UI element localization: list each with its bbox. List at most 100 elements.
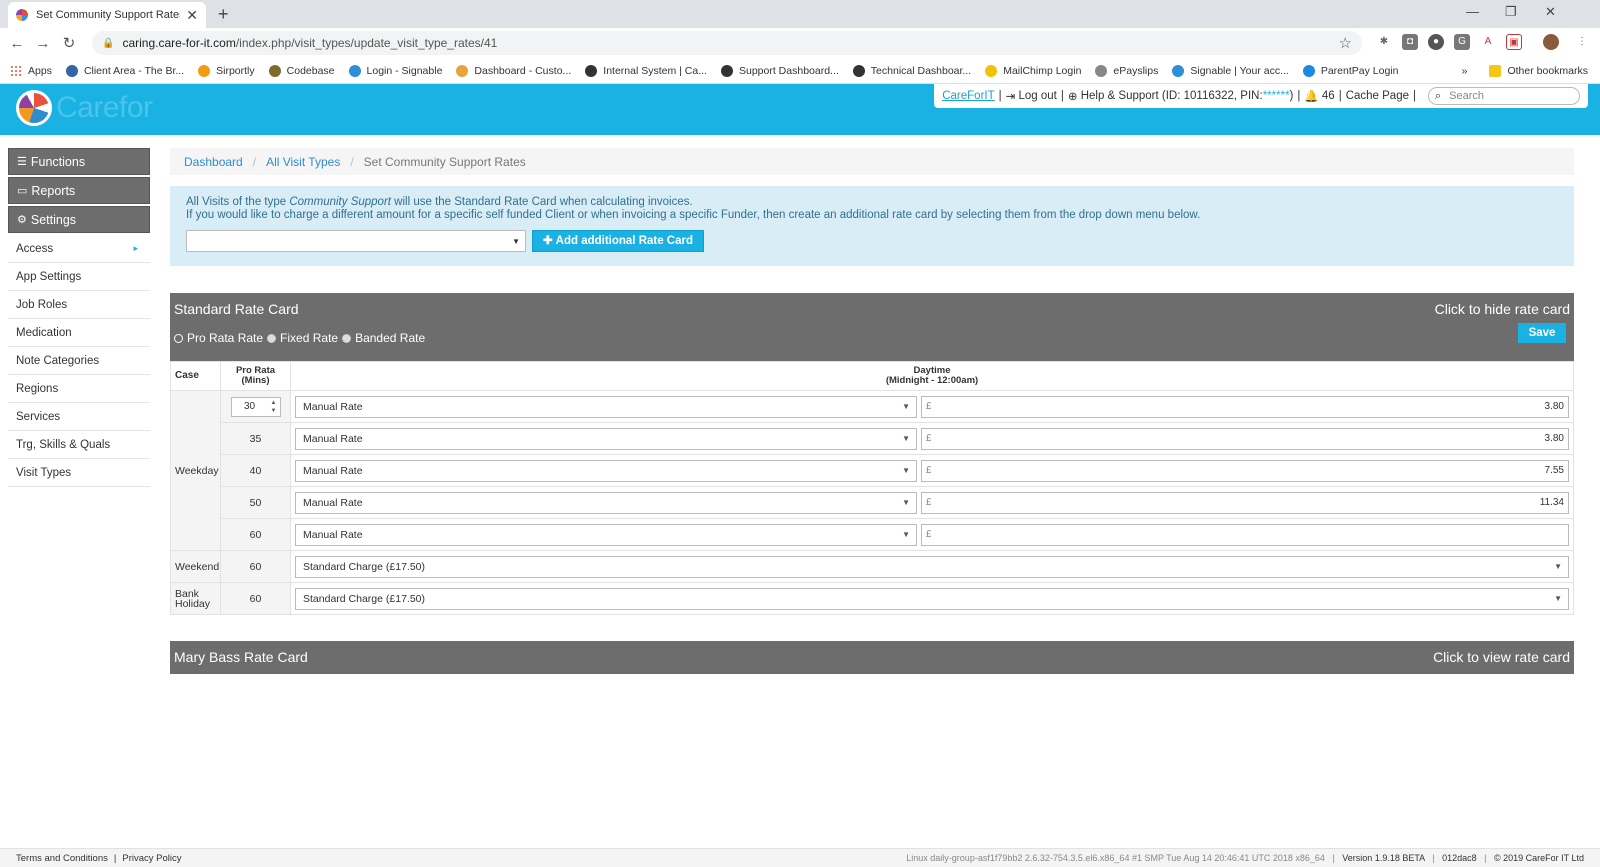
sidebar-item-app-settings[interactable]: App Settings — [8, 263, 150, 291]
back-arrow-icon[interactable]: ← — [4, 35, 30, 52]
rate-type-select[interactable]: Manual Rate ▼ — [295, 459, 917, 482]
breadcrumb-all-visit-types[interactable]: All Visit Types — [266, 155, 340, 169]
sidebar-item-note-categories[interactable]: Note Categories — [8, 347, 150, 375]
bookmark-item[interactable]: Client Area - The Br... — [65, 64, 184, 77]
plus-icon: ✚ — [543, 234, 553, 247]
rate-row: 40 Manual Rate ▼ £7.55 — [171, 454, 1574, 487]
view-rate-card-toggle[interactable]: Click to view rate card — [1433, 649, 1570, 665]
user-link[interactable]: CareForIT — [942, 90, 994, 102]
info-panel: All Visits of the type Community Support… — [170, 186, 1574, 266]
bookmark-item[interactable]: Signable | Your acc... — [1172, 64, 1289, 77]
bookmark-item[interactable]: ePayslips — [1095, 64, 1158, 77]
rate-amount-input[interactable]: £3.80 — [921, 427, 1569, 450]
extension-icon[interactable]: ◘ — [1402, 34, 1418, 50]
bookmark-favicon-icon — [10, 64, 22, 77]
reports-button[interactable]: ▭ Reports — [8, 177, 150, 204]
sidebar-item-regions[interactable]: Regions — [8, 375, 150, 403]
search-input[interactable]: ⌕ Search — [1428, 87, 1580, 105]
bookmark-item[interactable]: Technical Dashboar... — [852, 64, 971, 77]
bell-icon[interactable]: 🔔 — [1304, 89, 1322, 103]
main-content: Dashboard / All Visit Types / Set Commun… — [170, 148, 1574, 674]
bookmark-star-icon[interactable]: ☆ — [1339, 34, 1352, 52]
bookmark-item[interactable]: MailChimp Login — [985, 64, 1081, 77]
forward-arrow-icon[interactable]: → — [30, 35, 56, 52]
bookmark-favicon-icon — [585, 64, 598, 77]
bookmark-item[interactable]: Apps — [10, 64, 52, 77]
browser-tab-strip: Set Community Support Rates | C ✕ + — ❐ … — [0, 0, 1600, 28]
sidebar-item-trg-skills-quals[interactable]: Trg, Skills & Quals — [8, 431, 150, 459]
weekend-row: Weekend 60 Standard Charge (£17.50) ▼ — [170, 550, 1574, 583]
reload-icon[interactable]: ↻ — [56, 34, 82, 52]
terms-link[interactable]: Terms and Conditions — [16, 853, 108, 864]
privacy-link[interactable]: Privacy Policy — [122, 853, 181, 864]
logout-link[interactable]: Log out — [1018, 90, 1056, 102]
sidebar-item-job-roles[interactable]: Job Roles — [8, 291, 150, 319]
restore-icon[interactable]: ❐ — [1505, 4, 1517, 20]
info-line-2: If you would like to charge a different … — [186, 209, 1201, 221]
rate-amount-input[interactable]: £7.55 — [921, 459, 1569, 482]
address-bar[interactable]: 🔒 caring.care-for-it.com /index.php/visi… — [92, 31, 1362, 55]
carefor-logo[interactable]: Carefor — [16, 90, 153, 126]
browser-menu-icon[interactable]: ⋮ — [1574, 34, 1590, 50]
other-bookmarks[interactable]: Other bookmarks — [1489, 64, 1588, 77]
rate-amount-input[interactable]: £11.34 — [921, 491, 1569, 514]
rate-card-target-select[interactable]: ▼ — [186, 230, 526, 252]
rate-type-select[interactable]: Manual Rate ▼ — [295, 427, 917, 450]
cache-page-link[interactable]: Cache Page — [1346, 90, 1409, 102]
bookmarks-overflow-icon[interactable]: » — [1462, 65, 1468, 77]
sidebar-item-access[interactable]: Access ▸ — [8, 235, 150, 263]
minutes-value: 60 — [220, 582, 291, 615]
bookmark-item[interactable]: Support Dashboard... — [720, 64, 839, 77]
browser-toolbar: ← → ↻ 🔒 caring.care-for-it.com /index.ph… — [0, 28, 1600, 58]
help-link[interactable]: Help & Support (ID: 10116322, PIN:******… — [1081, 90, 1294, 102]
bookmark-item[interactable]: Dashboard - Custo... — [456, 64, 571, 77]
profile-avatar[interactable] — [1543, 34, 1559, 50]
carefor-favicon-icon — [16, 9, 28, 21]
folder-icon — [1489, 64, 1502, 77]
settings-button[interactable]: ⚙ Settings — [8, 206, 150, 233]
sidebar-item-visit-types[interactable]: Visit Types — [8, 459, 150, 487]
sidebar-item-services[interactable]: Services — [8, 403, 150, 431]
rate-amount-input[interactable]: £3.80 — [921, 395, 1569, 418]
hide-rate-card-toggle[interactable]: Click to hide rate card — [1435, 301, 1570, 317]
bookmark-item[interactable]: Login - Signable — [348, 64, 442, 77]
weekend-rate-select[interactable]: Standard Charge (£17.50) ▼ — [295, 555, 1569, 578]
save-button[interactable]: Save — [1518, 323, 1566, 343]
close-window-icon[interactable]: ✕ — [1545, 4, 1556, 20]
grammarly-extension-icon[interactable]: G — [1454, 34, 1470, 50]
bookmark-item[interactable]: ParentPay Login — [1302, 64, 1398, 77]
server-info: Linux daily-group-asf1f79bb2 2.6.32-754.… — [906, 853, 1584, 863]
pdf-extension-icon[interactable]: A — [1480, 34, 1496, 50]
stepper-arrows-icon[interactable]: ▲ ▼ — [269, 399, 279, 415]
sidebar-item-medication[interactable]: Medication — [8, 319, 150, 347]
card-title: Mary Bass Rate Card — [174, 649, 308, 665]
new-tab-button[interactable]: + — [218, 4, 229, 25]
gear-icon: ⚙ — [17, 214, 27, 226]
bookmark-item[interactable]: Internal System | Ca... — [585, 64, 707, 77]
bookmark-favicon-icon — [985, 64, 998, 77]
add-rate-card-button[interactable]: ✚ Add additional Rate Card — [532, 230, 705, 252]
close-tab-icon[interactable]: ✕ — [186, 7, 198, 24]
radio-fixed[interactable]: Fixed Rate — [267, 331, 338, 345]
alerts-count[interactable]: 46 — [1322, 90, 1335, 102]
radio-pro-rata[interactable]: Pro Rata Rate — [174, 331, 263, 345]
logout-icon: ⇥ — [1005, 91, 1019, 103]
snowflake-extension-icon[interactable]: ✱ — [1376, 34, 1392, 50]
rate-type-select[interactable]: Manual Rate ▼ — [295, 491, 917, 514]
chevron-right-icon: ▸ — [133, 243, 138, 253]
minutes-stepper[interactable]: 30 ▲ ▼ — [230, 396, 281, 417]
rates-table: Case Pro Rata (Mins) Daytime (Midnight - 1… — [170, 361, 1574, 615]
extension-circle-icon[interactable]: ● — [1428, 34, 1444, 50]
rate-type-select[interactable]: Manual Rate ▼ — [295, 523, 917, 546]
bookmark-item[interactable]: Sirportly — [198, 64, 255, 77]
radio-banded[interactable]: Banded Rate — [342, 331, 425, 345]
minimize-icon[interactable]: — — [1466, 4, 1479, 19]
bookmark-item[interactable]: Codebase — [268, 64, 335, 77]
pocket-extension-icon[interactable]: ▣ — [1506, 34, 1522, 50]
functions-button[interactable]: ☰ Functions — [8, 148, 150, 175]
rate-amount-input[interactable]: £ — [921, 523, 1569, 546]
browser-tab[interactable]: Set Community Support Rates | C ✕ — [8, 2, 206, 28]
breadcrumb-dashboard[interactable]: Dashboard — [184, 155, 243, 169]
rate-type-select[interactable]: Manual Rate ▼ — [295, 395, 917, 418]
bank-holiday-rate-select[interactable]: Standard Charge (£17.50) ▼ — [295, 587, 1569, 610]
